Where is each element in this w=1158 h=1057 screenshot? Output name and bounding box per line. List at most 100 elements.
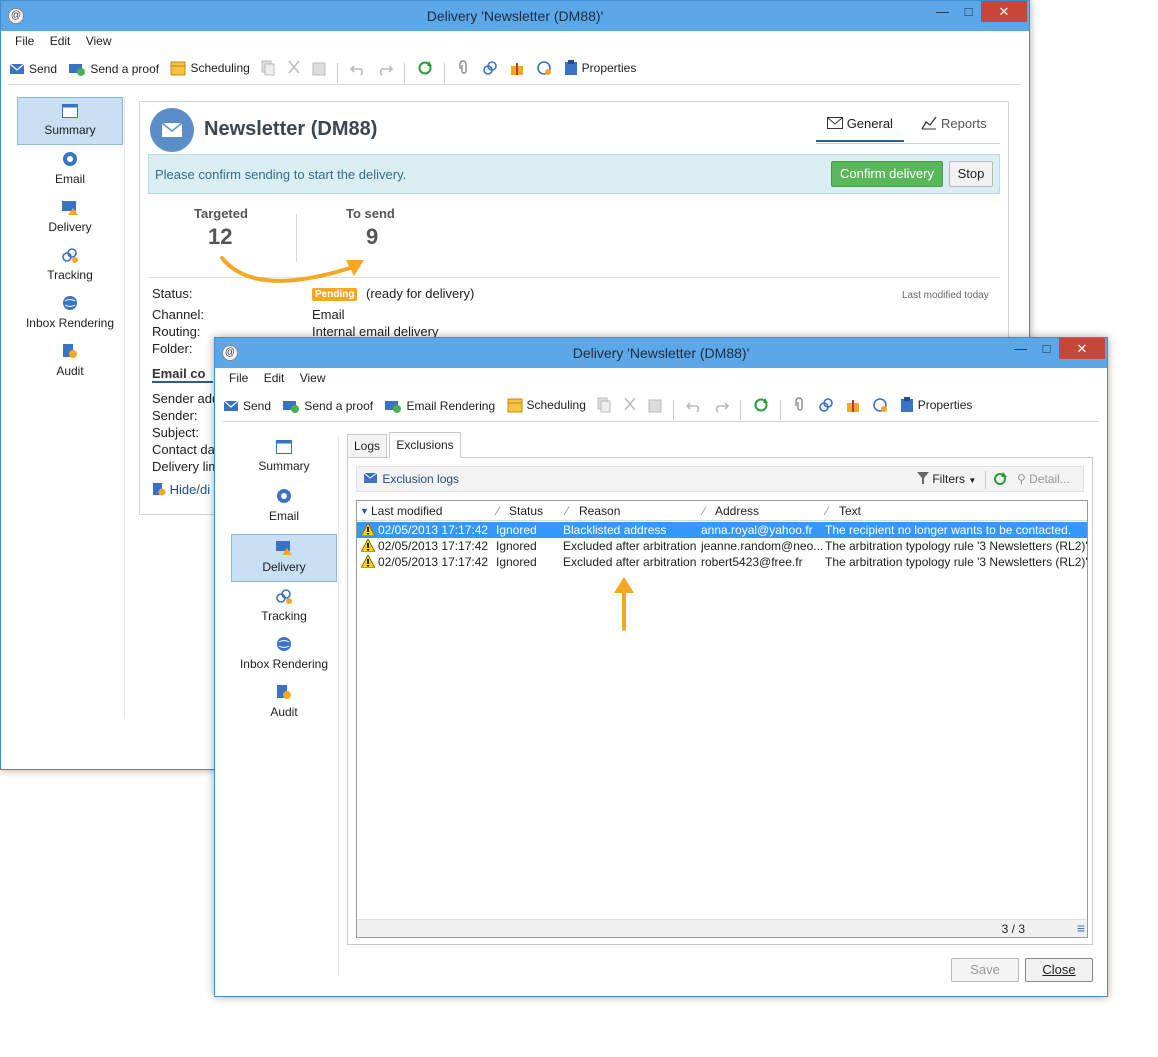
gift-icon[interactable] xyxy=(509,53,525,83)
nav-item-summary[interactable]: Summary xyxy=(231,436,337,482)
table-row[interactable]: 02/05/2013 17:17:42 Ignored Blacklisted … xyxy=(357,522,1087,538)
column-header-status[interactable]: Status xyxy=(509,504,543,518)
close-button[interactable]: Close xyxy=(1025,958,1093,982)
nav-item-inbox-rendering[interactable]: Inbox Rendering xyxy=(17,293,123,337)
close-window-button[interactable]: ✕ xyxy=(981,1,1027,22)
globe-icon xyxy=(63,296,77,310)
send-proof-button[interactable]: Send a proof xyxy=(68,54,159,84)
paste-icon[interactable] xyxy=(312,53,326,83)
tab-exclusions-label: Exclusions xyxy=(396,438,454,452)
email-rendering-button[interactable]: Email Rendering xyxy=(384,391,495,421)
cell-text: The arbitration typology rule '3 Newslet… xyxy=(825,555,1087,569)
menu-view[interactable]: View xyxy=(80,31,118,51)
sender-address-label: Sender add xyxy=(152,391,220,406)
detail-label: Detail... xyxy=(1029,472,1070,486)
attachment-icon[interactable] xyxy=(456,53,470,83)
nav-item-audit[interactable]: Audit xyxy=(17,341,123,385)
exclusion-logs-button[interactable]: Exclusion logs xyxy=(363,472,459,486)
nav-item-tracking[interactable]: Tracking xyxy=(17,245,123,289)
copy-icon[interactable] xyxy=(261,53,275,83)
cut-icon[interactable] xyxy=(287,53,301,83)
detail-button[interactable]: ⚲ Detail... xyxy=(1017,472,1070,486)
tab-reports[interactable]: Reports xyxy=(912,116,996,142)
toolbar-separator xyxy=(673,399,675,420)
hide-display-link[interactable]: Hide/di xyxy=(152,482,210,497)
compass-icon[interactable] xyxy=(872,390,888,420)
column-divider: ⁄ xyxy=(826,504,829,518)
send-proof-label: Send a proof xyxy=(304,399,374,413)
save-button[interactable]: Save xyxy=(951,958,1019,982)
nav-label: Tracking xyxy=(261,609,307,623)
to-send-value: 9 xyxy=(366,224,379,249)
menu-view[interactable]: View xyxy=(294,368,332,388)
nav-item-email[interactable]: Email xyxy=(17,149,123,193)
undo-icon[interactable] xyxy=(685,391,702,421)
maximize-button[interactable]: □ xyxy=(955,1,982,22)
tab-logs[interactable]: Logs xyxy=(347,434,387,457)
warning-icon xyxy=(361,555,375,568)
newsletter-avatar xyxy=(150,108,194,152)
properties-button[interactable]: Properties xyxy=(900,390,972,420)
maximize-button[interactable]: □ xyxy=(1033,338,1060,359)
nav-item-inbox-rendering[interactable]: Inbox Rendering xyxy=(231,634,337,678)
nav-item-delivery[interactable]: Delivery xyxy=(231,534,337,582)
column-header-text[interactable]: Text xyxy=(839,504,861,518)
compass-icon[interactable] xyxy=(536,53,552,83)
menu-edit[interactable]: Edit xyxy=(258,368,291,388)
toolbar-separator xyxy=(740,399,742,420)
send-proof-button[interactable]: Send a proof xyxy=(282,391,373,421)
minimize-button[interactable]: — xyxy=(929,1,956,22)
send-button[interactable]: Send xyxy=(9,54,57,84)
sort-desc-icon: ▼ xyxy=(360,506,369,516)
confirm-delivery-button[interactable]: Confirm delivery xyxy=(831,161,943,187)
refresh-icon[interactable] xyxy=(753,390,769,420)
clipboard-icon xyxy=(564,60,577,75)
refresh-list-button[interactable] xyxy=(993,472,1007,489)
cell-reason: Blacklisted address xyxy=(563,523,667,537)
send-proof-label: Send a proof xyxy=(90,62,160,76)
menu-file[interactable]: File xyxy=(9,31,40,51)
redo-icon[interactable] xyxy=(377,54,393,84)
send-button[interactable]: Send xyxy=(223,391,271,421)
link-icon[interactable] xyxy=(482,53,498,83)
list-menu-icon[interactable]: ≡ xyxy=(1077,920,1085,936)
nav-item-summary[interactable]: Summary xyxy=(17,97,123,145)
tab-general[interactable]: General xyxy=(816,116,904,142)
column-header-reason[interactable]: Reason xyxy=(579,504,620,518)
nav-item-tracking[interactable]: Tracking xyxy=(231,586,337,630)
column-header-address[interactable]: Address xyxy=(715,504,759,518)
stop-button[interactable]: Stop xyxy=(949,161,993,187)
back-left-nav: Summary Email Delivery Tracking Inbox Re… xyxy=(17,97,125,719)
scheduling-button[interactable]: Scheduling xyxy=(507,390,586,420)
menu-edit[interactable]: Edit xyxy=(44,31,77,51)
gift-icon[interactable] xyxy=(845,390,861,420)
copy-icon[interactable] xyxy=(597,390,611,420)
nav-item-email[interactable]: Email xyxy=(231,486,337,530)
email-rendering-label: Email Rendering xyxy=(406,399,496,413)
cut-icon[interactable] xyxy=(623,390,637,420)
nav-item-audit[interactable]: Audit xyxy=(231,682,337,726)
minimize-button[interactable]: — xyxy=(1007,338,1034,359)
tab-exclusions[interactable]: Exclusions xyxy=(389,432,461,458)
nav-item-delivery[interactable]: Delivery xyxy=(17,197,123,241)
send-icon xyxy=(223,400,239,411)
undo-icon[interactable] xyxy=(349,54,366,84)
close-window-button[interactable]: ✕ xyxy=(1059,338,1105,359)
status-text: (ready for delivery) xyxy=(366,286,475,301)
table-row[interactable]: 02/05/2013 17:17:42 Ignored Excluded aft… xyxy=(357,538,1087,554)
properties-button[interactable]: Properties xyxy=(564,53,636,83)
tab-reports-label: Reports xyxy=(941,116,987,131)
redo-icon[interactable] xyxy=(713,391,729,421)
filters-button[interactable]: Filters ▼ xyxy=(917,472,976,486)
attachment-icon[interactable] xyxy=(792,390,806,420)
link-icon[interactable] xyxy=(818,390,834,420)
refresh-icon[interactable] xyxy=(417,53,433,83)
scheduling-button[interactable]: Scheduling xyxy=(170,53,250,83)
menu-file[interactable]: File xyxy=(223,368,254,388)
hide-display-label: Hide/di xyxy=(169,482,211,497)
paste-icon[interactable] xyxy=(648,390,662,420)
column-header-last-modified[interactable]: Last modified xyxy=(371,504,442,518)
refresh-icon xyxy=(994,472,1007,485)
table-row[interactable]: 02/05/2013 17:17:42 Ignored Excluded aft… xyxy=(357,554,1087,570)
cell-status: Ignored xyxy=(496,555,537,569)
